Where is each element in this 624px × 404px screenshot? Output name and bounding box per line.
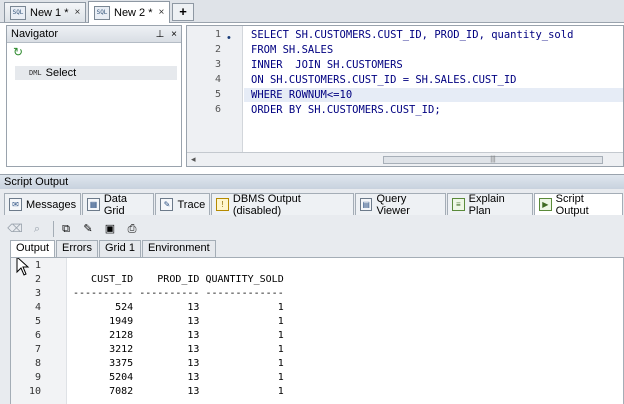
line-number: 1: [214, 29, 221, 40]
copy-icon[interactable]: ⧉: [57, 220, 75, 238]
tab-explain-plan[interactable]: ≡ Explain Plan: [446, 192, 533, 217]
tab-script-output[interactable]: ▶ Script Output: [533, 192, 623, 217]
subtab-errors[interactable]: Errors: [56, 240, 98, 257]
output-line-number: 5: [34, 316, 41, 327]
subtab-environment[interactable]: Environment: [141, 240, 216, 257]
tab-dbms-output[interactable]: ! DBMS Output (disabled): [211, 192, 354, 217]
document-tab-bar: SQL New 1 * × SQL New 2 * × +: [0, 0, 624, 23]
mouse-cursor-icon: [16, 258, 30, 276]
code-line[interactable]: INNER JOIN SH.CUSTOMERS: [251, 59, 403, 71]
line-number: 5: [214, 89, 221, 100]
output-line-number: 8: [34, 358, 41, 369]
data-grid-icon: ▦: [87, 198, 100, 211]
line-number: 2: [214, 44, 221, 55]
output-line: 524 13 1: [73, 302, 284, 313]
output-line-number: 7: [34, 344, 41, 355]
tab-label: Explain Plan: [468, 192, 505, 217]
refresh-icon[interactable]: ↻: [7, 43, 181, 61]
output-line: 2128 13 1: [73, 330, 284, 341]
close-icon[interactable]: ×: [159, 7, 165, 18]
find-icon[interactable]: ⌕: [28, 220, 46, 238]
script-output-icon: ▶: [538, 198, 552, 211]
navigator-title: Navigator: [11, 28, 59, 40]
output-toolbar: ⌫ ⌕ ⧉ ✎ ▣ ⎙: [6, 219, 145, 239]
code-line[interactable]: SELECT SH.CUSTOMERS.CUST_ID, PROD_ID, qu…: [251, 29, 573, 41]
output-sub-tabs: Output Errors Grid 1 Environment: [10, 240, 217, 257]
navigator-header: Navigator ⊥ ×: [7, 26, 181, 43]
tab-label: Script Output: [555, 192, 589, 217]
output-line: 5204 13 1: [73, 372, 284, 383]
script-output-text[interactable]: 1 2 3 4 5 6 7 8 9 10 CUST_ID PROD_ID QUA…: [10, 257, 624, 404]
code-line[interactable]: ORDER BY SH.CUSTOMERS.CUST_ID;: [251, 104, 441, 116]
export-icon[interactable]: ▣: [101, 220, 119, 238]
output-line-number: 4: [34, 302, 41, 313]
output-line-number: 3: [34, 288, 41, 299]
tab-label: Data Grid: [103, 192, 128, 217]
tab-label: DBMS Output (disabled): [232, 192, 301, 217]
code-line[interactable]: FROM SH.SALES: [251, 44, 333, 56]
output-line: 3212 13 1: [73, 344, 284, 355]
navigator-item-select[interactable]: DML Select: [15, 66, 177, 80]
editor-gutter: 1 2 3 4 5 6 •: [187, 26, 243, 152]
output-tabs: ✉ Messages ▦ Data Grid ✎ Trace ! DBMS Ou…: [4, 192, 624, 217]
output-line: ---------- ---------- -------------: [73, 288, 284, 299]
tab-query-viewer[interactable]: ▤ Query Viewer: [354, 192, 446, 217]
close-icon[interactable]: ×: [75, 7, 81, 18]
explain-plan-icon: ≡: [451, 198, 465, 211]
query-viewer-icon: ▤: [359, 198, 373, 211]
tab-data-grid[interactable]: ▦ Data Grid: [82, 192, 155, 217]
subtab-output[interactable]: Output: [10, 240, 56, 257]
messages-icon: ✉: [9, 198, 22, 211]
doc-tab-new-2[interactable]: SQL New 2 * ×: [88, 1, 171, 23]
output-line-number: 9: [34, 372, 41, 383]
navigator-item-label: Select: [45, 67, 77, 79]
toolbar-divider: [53, 221, 54, 237]
subtab-grid-1[interactable]: Grid 1: [98, 240, 141, 257]
output-gutter: 1 2 3 4 5 6 7 8 9 10: [11, 258, 67, 404]
trace-icon: ✎: [160, 198, 174, 211]
sql-file-icon: SQL: [10, 5, 26, 20]
print-icon[interactable]: ⎙: [123, 220, 141, 238]
sql-file-icon: SQL: [94, 5, 110, 20]
tab-messages[interactable]: ✉ Messages: [4, 193, 82, 215]
line-number: 3: [214, 59, 221, 70]
script-output-panel: Script Output ✉ Messages ▦ Data Grid ✎ T…: [0, 174, 624, 404]
sql-editor[interactable]: 1 2 3 4 5 6 • SELECT SH.CUSTOMERS.CUST_I…: [186, 25, 624, 167]
output-line: 3375 13 1: [73, 358, 284, 369]
save-icon[interactable]: ✎: [79, 220, 97, 238]
scroll-left-icon[interactable]: ◂: [191, 154, 196, 165]
output-line: CUST_ID PROD_ID QUANTITY_SOLD: [73, 274, 284, 285]
panel-title: Script Output: [0, 175, 624, 189]
output-line: 7082 13 1: [73, 386, 284, 397]
horizontal-scrollbar[interactable]: ◂ |||: [187, 152, 623, 166]
dml-icon: DML: [29, 69, 42, 77]
close-icon[interactable]: ×: [167, 29, 181, 40]
tab-label: Query Viewer: [376, 192, 410, 217]
code-line[interactable]: ON SH.CUSTOMERS.CUST_ID = SH.SALES.CUST_…: [251, 74, 517, 86]
line-number: 6: [214, 104, 221, 115]
doc-tab-new-1[interactable]: SQL New 1 * ×: [4, 2, 87, 22]
navigator-panel: Navigator ⊥ × ↻ DML Select: [6, 25, 182, 167]
scroll-thumb[interactable]: |||: [383, 156, 603, 164]
statement-marker-icon: •: [227, 32, 231, 44]
output-line-number: 10: [28, 386, 41, 397]
doc-tab-label: New 2 *: [114, 6, 153, 19]
tab-label: Trace: [177, 198, 206, 211]
dbms-output-icon: !: [216, 198, 229, 211]
clear-icon[interactable]: ⌫: [6, 220, 24, 238]
tab-trace[interactable]: ✎ Trace: [155, 193, 211, 215]
code-line[interactable]: WHERE ROWNUM<=10: [251, 89, 352, 101]
tab-label: Messages: [26, 198, 77, 211]
pin-icon[interactable]: ⊥: [153, 29, 167, 40]
new-tab-button[interactable]: +: [172, 3, 194, 21]
doc-tab-label: New 1 *: [30, 6, 69, 19]
output-line: 1949 13 1: [73, 316, 284, 327]
output-line-number: 6: [34, 330, 41, 341]
line-number: 4: [214, 74, 221, 85]
